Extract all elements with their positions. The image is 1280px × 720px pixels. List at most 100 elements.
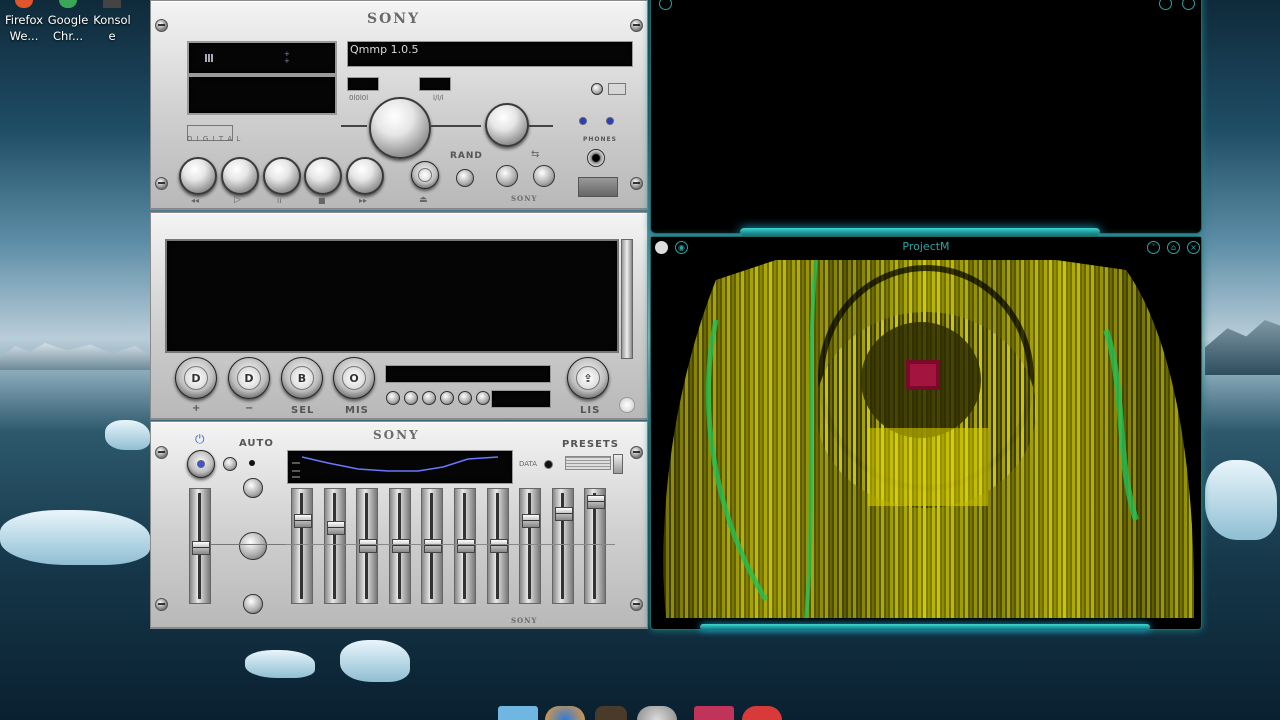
eq-band-slider[interactable] — [323, 488, 346, 604]
prev-button[interactable] — [179, 157, 217, 195]
playlist-misc-button[interactable]: O — [333, 357, 375, 399]
mini-pause-button[interactable] — [422, 391, 436, 405]
level-meter-left — [347, 77, 379, 91]
playlist-time-display — [491, 390, 551, 408]
power-indicator — [591, 83, 603, 95]
eq-band-handle[interactable] — [424, 539, 443, 553]
eq-balance-knob-bottom[interactable] — [243, 594, 263, 614]
eq-auto-label: AUTO — [239, 438, 274, 449]
resize-grip[interactable] — [619, 397, 635, 413]
stop-button[interactable] — [304, 157, 342, 195]
eq-balance-knob[interactable] — [239, 532, 267, 560]
menu-icon[interactable] — [659, 0, 672, 10]
playlist-screen[interactable] — [165, 239, 619, 353]
mini-stop-button[interactable] — [440, 391, 454, 405]
eq-curve-display — [287, 450, 513, 484]
window-glow-bar — [740, 228, 1100, 236]
chrome-icon — [59, 0, 77, 8]
desktop-icon-label: Konsol — [93, 13, 131, 27]
mini-next-button[interactable] — [458, 391, 472, 405]
projectm-titlebar[interactable]: ◉ ProjectM ˅ ⌂ × — [651, 237, 1201, 257]
close-icon[interactable]: × — [1187, 241, 1200, 254]
repeat-icon: ⇆ — [531, 149, 540, 160]
eq-band-slider[interactable] — [584, 488, 607, 604]
playlist-add-label: + — [192, 403, 202, 414]
playlist-scrollbar[interactable] — [621, 239, 633, 359]
eq-band-slider[interactable] — [519, 488, 542, 604]
eq-band-handle[interactable] — [391, 539, 410, 553]
dts-badge — [578, 177, 618, 197]
minimize-icon[interactable] — [1159, 0, 1172, 10]
playlist-add-button[interactable]: D — [175, 357, 217, 399]
taskbar-folder-icon[interactable] — [498, 706, 538, 720]
projectm-title: ProjectM — [902, 240, 950, 253]
eq-preamp-slider[interactable] — [189, 488, 211, 604]
mode-led — [579, 117, 587, 125]
taskbar-camera-icon[interactable] — [637, 706, 677, 720]
maximize-icon[interactable]: ⌂ — [1167, 241, 1180, 254]
desktop-icon-label: Google — [47, 13, 89, 27]
desktop-icon-firefox[interactable]: Firefox We... — [2, 0, 46, 44]
mini-prev-button[interactable] — [386, 391, 400, 405]
wallpaper-ice — [105, 420, 150, 450]
eq-band-handle[interactable] — [489, 539, 508, 553]
eq-balance-knob-top[interactable] — [243, 478, 263, 498]
meter-label: l/l/l — [433, 94, 444, 102]
taskbar-firefox-icon[interactable] — [545, 706, 585, 720]
taskbar-app-icon[interactable] — [595, 706, 627, 720]
eq-presets-arrow[interactable] — [613, 454, 623, 474]
play-button[interactable] — [221, 157, 259, 195]
balance-knob[interactable] — [485, 103, 529, 147]
eq-band-slider[interactable] — [356, 488, 379, 604]
eq-band-handle[interactable] — [359, 539, 378, 553]
eq-band-slider[interactable] — [291, 488, 313, 604]
playlist-select-button[interactable]: B — [281, 357, 323, 399]
eq-zero-line — [285, 544, 615, 545]
eq-preamp-handle[interactable] — [192, 541, 210, 555]
close-icon[interactable] — [1182, 0, 1195, 10]
eject-button-cap — [418, 168, 432, 182]
eq-auto-button[interactable] — [223, 457, 237, 471]
playlist-remove-button[interactable]: D — [228, 357, 270, 399]
volume-line — [341, 125, 367, 127]
rand-button[interactable] — [456, 169, 474, 187]
eq-band-slider[interactable] — [454, 488, 476, 604]
wallpaper-mountain — [0, 343, 150, 370]
eq-presets-slot[interactable] — [565, 456, 611, 470]
desktop-icon-chrome[interactable]: Google Chr... — [46, 0, 90, 44]
mini-play-button[interactable] — [404, 391, 418, 405]
wallpaper-ice — [1205, 460, 1277, 540]
desktop-icon-konsole[interactable]: Konsol e — [90, 0, 134, 44]
eq-band-handle[interactable] — [554, 507, 573, 521]
volume-knob[interactable] — [369, 97, 431, 159]
eq-band-handle[interactable] — [522, 514, 541, 528]
eq-band-handle[interactable] — [326, 521, 345, 535]
eq-power-button[interactable] — [187, 450, 215, 478]
screw — [155, 598, 168, 611]
eq-band-handle[interactable] — [457, 539, 475, 553]
taskbar-record-icon[interactable] — [742, 706, 782, 720]
minimize-icon[interactable]: ˅ — [1147, 241, 1160, 254]
eject-button[interactable] — [411, 161, 439, 189]
eq-band-slider[interactable] — [551, 488, 574, 604]
eq-band-slider[interactable] — [486, 488, 509, 604]
wallpaper-mountain — [1205, 320, 1280, 375]
repeat-button[interactable] — [496, 165, 518, 187]
eq-band-slider[interactable] — [421, 488, 444, 604]
list-button[interactable]: ⇪ — [567, 357, 609, 399]
mini-eject-button[interactable] — [476, 391, 490, 405]
video-window[interactable] — [650, 0, 1202, 234]
pause-button[interactable] — [263, 157, 301, 195]
display-colon: + + — [284, 50, 290, 65]
screw — [155, 177, 168, 190]
eq-band-handle[interactable] — [587, 495, 606, 509]
eq-band-slider[interactable] — [388, 488, 411, 604]
screw — [155, 446, 168, 459]
phones-jack[interactable] — [587, 149, 605, 167]
eq-band-handle[interactable] — [294, 514, 312, 528]
next-button[interactable] — [346, 157, 384, 195]
level-meter-right — [419, 77, 451, 91]
visualization-canvas[interactable] — [656, 260, 1194, 618]
taskbar-files-icon[interactable] — [694, 706, 734, 720]
shuffle-button[interactable] — [533, 165, 555, 187]
